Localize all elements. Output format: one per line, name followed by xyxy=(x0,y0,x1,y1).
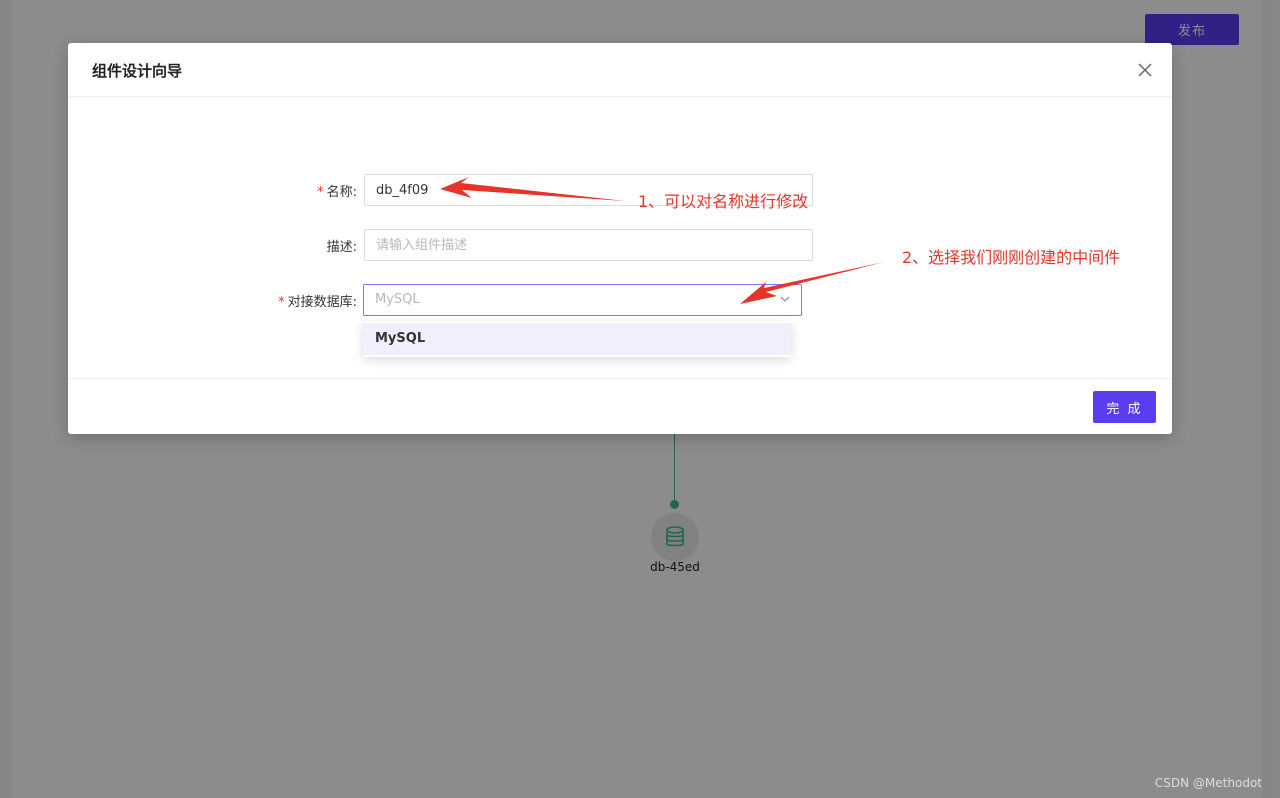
required-mark: * xyxy=(278,295,285,310)
required-mark: * xyxy=(317,185,324,200)
database-dropdown: MySQL xyxy=(363,321,791,357)
dialog-footer: 完 成 xyxy=(68,378,1172,435)
watermark: CSDN @Methodot xyxy=(1154,776,1262,790)
database-select-value: MySQL xyxy=(375,292,420,307)
dropdown-option-mysql[interactable]: MySQL xyxy=(363,323,791,355)
description-label: 描述: xyxy=(326,240,357,255)
annotation-note-1: 1、可以对名称进行修改 xyxy=(638,192,809,211)
database-row: * 对接数据库: MySQL xyxy=(68,284,1172,316)
finish-button[interactable]: 完 成 xyxy=(1093,391,1156,423)
database-select[interactable]: MySQL xyxy=(363,284,802,316)
app-stage: 发布 db-45ed 组件设计向导 *名称: 描述: *对接数据库: xyxy=(0,0,1280,798)
annotation-note-2: 2、选择我们刚刚创建的中间件 xyxy=(902,248,1121,267)
chevron-down-icon xyxy=(780,296,790,302)
description-input[interactable] xyxy=(364,229,813,261)
database-label: * 对接数据库: xyxy=(278,295,357,310)
dialog-header: 组件设计向导 xyxy=(68,43,1172,97)
component-wizard-dialog: 组件设计向导 *名称: 描述: *对接数据库: MySQL MySQL xyxy=(68,43,1172,434)
name-row: * 名称: xyxy=(68,174,1172,206)
close-icon[interactable] xyxy=(1135,60,1155,80)
name-label: * 名称: xyxy=(317,185,357,200)
dialog-title: 组件设计向导 xyxy=(92,62,183,80)
